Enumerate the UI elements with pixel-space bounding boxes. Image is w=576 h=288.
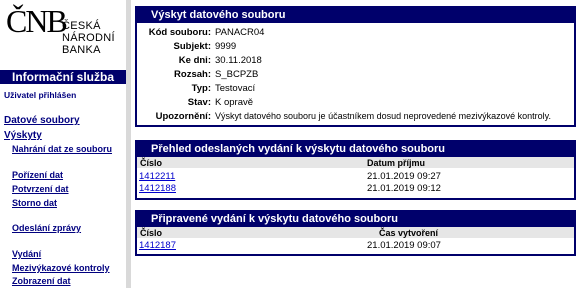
col-header-number: Číslo <box>140 158 163 168</box>
release-date: 21.01.2019 09:27 <box>367 171 441 182</box>
sidebar-divider <box>126 0 131 288</box>
release-link-1412187[interactable]: 1412187 <box>139 240 176 251</box>
sent-releases-panel: Přehled odeslaných vydání k výskytu dato… <box>135 140 576 200</box>
col-header-created-time: Čas vytvoření <box>379 228 439 238</box>
sidebar-item-data-entry[interactable]: Pořízení dat <box>12 170 63 180</box>
field-value-type: Testovací <box>215 83 256 94</box>
logo-line-3: BANKA <box>62 44 101 56</box>
release-date: 21.01.2019 09:12 <box>367 183 441 194</box>
col-header-number: Číslo <box>140 228 163 238</box>
user-logged-in-link[interactable]: Uživatel přihlášen <box>4 90 76 100</box>
field-value-scope: S_BCPZB <box>215 69 259 80</box>
logo-mark: ČNB <box>6 3 68 39</box>
field-label-as-of-date: Ke dni: <box>178 55 211 66</box>
logo-line-1: ČESKÁ <box>62 20 101 32</box>
field-value-file-code: PANACR04 <box>215 27 265 38</box>
field-label-subject: Subjekt: <box>173 41 211 52</box>
prepared-release-panel: Připravené vydání k výskytu datového sou… <box>135 210 576 256</box>
sidebar-item-view-data[interactable]: Zobrazení dat <box>12 276 71 286</box>
service-title: Informační služba <box>0 70 126 84</box>
sidebar-item-data-files[interactable]: Datové soubory <box>4 115 80 126</box>
sent-releases-header-row <box>137 157 574 168</box>
field-label-scope: Rozsah: <box>174 69 211 80</box>
sidebar-item-confirm-data[interactable]: Potvrzení dat <box>12 184 69 194</box>
logo-text: ČESKÁ NÁRODNÍ BANKA <box>62 20 115 56</box>
occurrence-panel-title: Výskyt datového souboru <box>137 8 574 23</box>
sidebar-item-cancel-data[interactable]: Storno dat <box>12 198 57 208</box>
sidebar-item-cross-report-checks[interactable]: Mezivýkazové kontroly <box>12 263 110 273</box>
cnb-logo: ČNB ČESKÁ NÁRODNÍ BANKA <box>4 2 124 68</box>
sidebar-item-send-message[interactable]: Odeslání zprávy <box>12 223 81 233</box>
field-label-file-code: Kód souboru: <box>148 27 211 38</box>
logo-line-2: NÁRODNÍ <box>62 32 115 44</box>
field-value-subject: 9999 <box>215 41 237 52</box>
release-link-1412211[interactable]: 1412211 <box>139 171 175 182</box>
sidebar: ČNB ČESKÁ NÁRODNÍ BANKA Informační služb… <box>0 0 126 288</box>
sidebar-item-upload-file[interactable]: Nahrání dat ze souboru <box>12 144 112 154</box>
prepared-release-title: Připravené vydání k výskytu datového sou… <box>137 212 574 227</box>
sent-releases-title: Přehled odeslaných vydání k výskytu dato… <box>137 142 574 157</box>
field-label-status: Stav: <box>187 97 211 108</box>
field-value-as-of-date: 30.11.2018 <box>215 55 262 66</box>
release-created-time: 21.01.2019 09:07 <box>367 240 441 251</box>
sidebar-item-releases[interactable]: Vydání <box>12 249 41 259</box>
field-value-status: K opravě <box>215 97 254 108</box>
occurrence-panel: Výskyt datového souboru Kód souboru: PAN… <box>135 6 576 127</box>
prepared-release-header-row <box>137 227 574 238</box>
field-value-warning: Výskyt datového souboru je účastníkem do… <box>215 111 552 121</box>
release-link-1412188[interactable]: 1412188 <box>139 183 176 194</box>
field-label-warning: Upozornění: <box>155 111 211 122</box>
col-header-received-date: Datum příjmu <box>367 158 426 168</box>
sidebar-item-occurrences[interactable]: Výskyty <box>4 130 42 141</box>
field-label-type: Typ: <box>191 83 211 94</box>
